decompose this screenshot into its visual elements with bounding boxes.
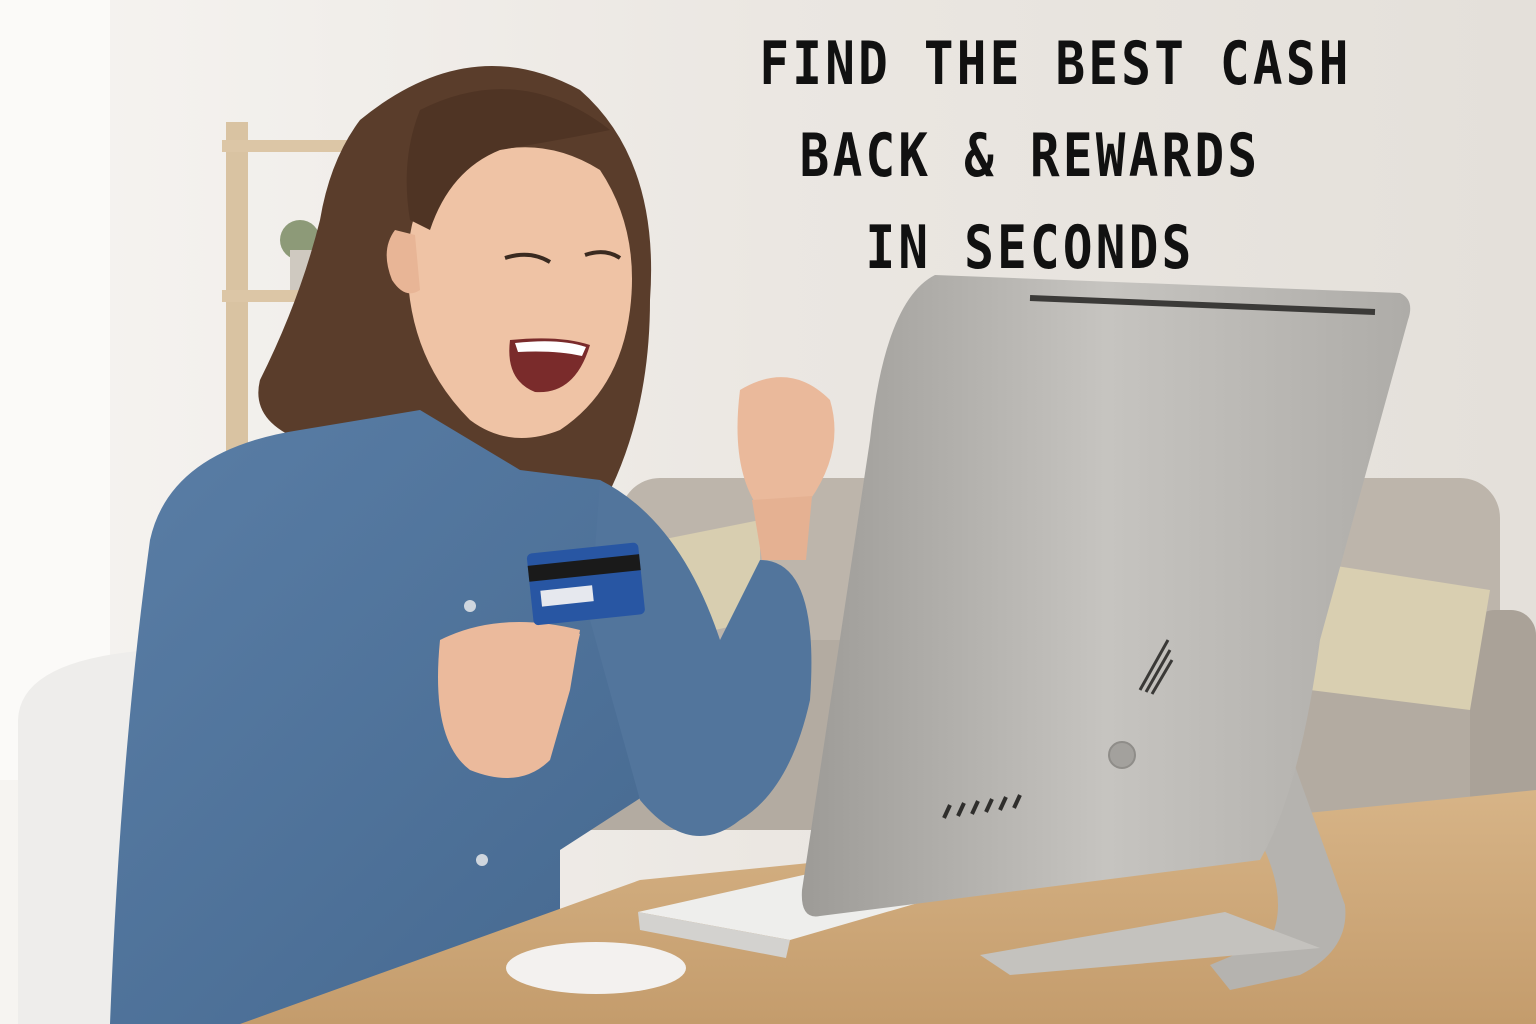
- power-button-icon: [1108, 741, 1136, 769]
- headline-line-1: FIND THE BEST CASH: [759, 29, 1352, 99]
- photo-scene: FIND THE BEST CASH BACK & REWARDS IN SEC…: [0, 0, 1536, 1024]
- credit-card: [526, 542, 645, 626]
- headline-line-2: BACK & REWARDS: [799, 121, 1261, 191]
- headline: FIND THE BEST CASH BACK & REWARDS IN SEC…: [759, 18, 1352, 294]
- headline-line-3: IN SECONDS: [865, 213, 1195, 283]
- mouse: [506, 942, 686, 994]
- sofa-cushion: [1310, 565, 1490, 710]
